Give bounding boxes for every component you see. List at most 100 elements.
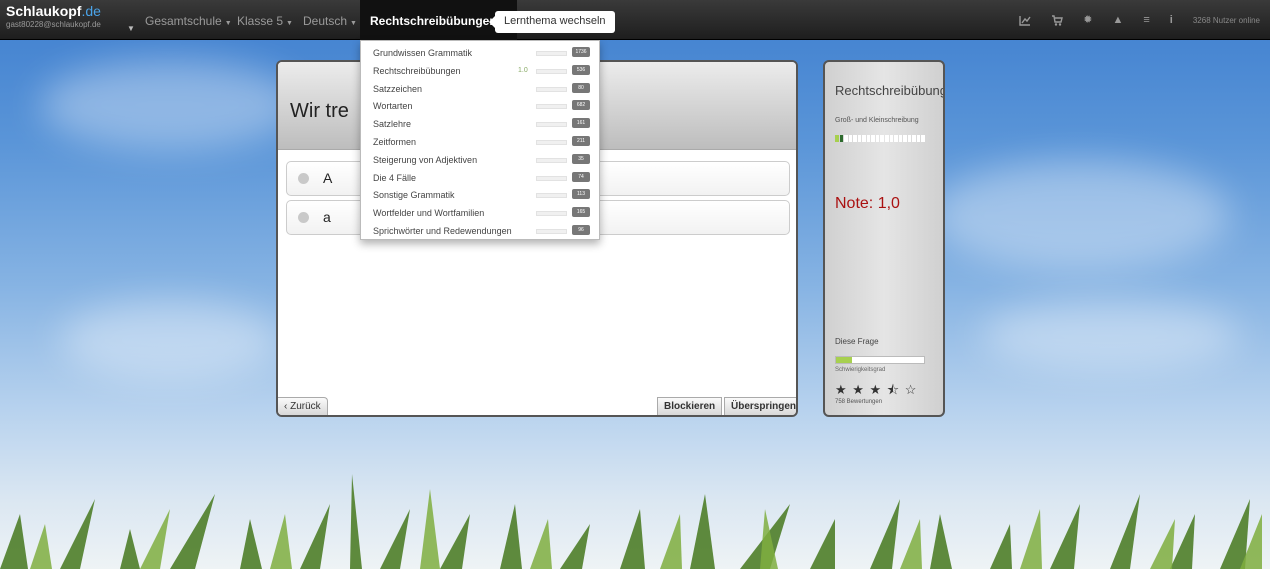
chart-icon[interactable] — [1019, 15, 1031, 26]
progress-segment — [898, 135, 903, 142]
dropdown-item-count: 113 — [572, 189, 590, 200]
dropdown-item[interactable]: Grundwissen Grammatik 1736 — [361, 44, 599, 62]
dropdown-item-label: Wortarten — [373, 101, 413, 112]
dropdown-item[interactable]: Zeitformen 211 — [361, 133, 599, 151]
ratings-count: 758 Bewertungen — [835, 399, 883, 405]
dropdown-item-label: Sonstige Grammatik — [373, 190, 455, 201]
cart-icon[interactable] — [1051, 14, 1064, 26]
nav-subject[interactable]: Deutsch ▼ — [303, 14, 357, 28]
dropdown-item[interactable]: Sonstige Grammatik 113 — [361, 186, 599, 204]
sidebar-topic-title: Rechtschreibübungen — [835, 83, 943, 98]
progress-segment — [912, 135, 916, 142]
dropdown-item[interactable]: Satzlehre 161 — [361, 115, 599, 133]
change-topic-tooltip: Lernthema wechseln — [489, 11, 615, 33]
skip-button[interactable]: Überspringen — [724, 397, 796, 415]
topic-dropdown-menu: Grundwissen Grammatik 1736 Rechtschreibübu… — [360, 40, 600, 240]
dropdown-item-progress — [536, 68, 567, 74]
progress-segment — [921, 135, 925, 142]
grass-decoration — [0, 474, 1262, 569]
radio-icon — [298, 212, 309, 223]
difficulty-bar-fill — [836, 357, 852, 363]
online-users-count: 3268 Nutzer online — [1192, 15, 1260, 25]
dropdown-item-count: 74 — [572, 171, 590, 182]
dropdown-item[interactable]: Rechtschreibübungen 1.0 536 — [361, 62, 599, 80]
menu-icon[interactable]: ≡ — [1143, 14, 1149, 26]
dropdown-item-label: Grundwissen Grammatik — [373, 48, 473, 58]
chevron-down-icon: ▼ — [350, 20, 357, 27]
gear-icon[interactable]: ✹ — [1083, 14, 1092, 26]
dropdown-item[interactable]: Satzzeichen 80 — [361, 80, 599, 98]
progress-segment — [871, 135, 875, 142]
dropdown-item-label: Wortfelder und Wortfamilien — [373, 208, 485, 219]
dropdown-item-progress — [536, 228, 567, 234]
progress-segment — [844, 135, 848, 142]
nav-grade[interactable]: Klasse 5 ▼ — [237, 14, 293, 28]
chevron-down-icon: ▼ — [286, 20, 293, 27]
dropdown-item-label: Die 4 Fälle — [373, 172, 417, 183]
cloud — [40, 60, 300, 150]
answer-label: A — [323, 170, 333, 186]
dropdown-item-progress — [536, 211, 567, 217]
top-navbar: Schlaukopf.de gast80228@schlaukopf.de ▼ … — [0, 0, 1270, 40]
progress-segment — [866, 135, 871, 142]
dropdown-item-label: Sprichwörter und Redewendungen — [373, 225, 512, 236]
block-button[interactable]: Blockieren — [657, 397, 723, 415]
answer-label: a — [323, 209, 331, 225]
dropdown-item[interactable]: Die 4 Fälle 74 — [361, 169, 599, 187]
warning-icon[interactable]: ▲ — [1112, 14, 1123, 26]
dropdown-item-count: 35 — [572, 153, 590, 164]
radio-icon — [298, 173, 309, 184]
progress-segment — [848, 135, 853, 142]
dropdown-item-label: Rechtschreibübungen — [373, 65, 461, 76]
grade-display: Note: 1,0 — [835, 195, 900, 212]
dropdown-item[interactable]: Wortfelder und Wortfamilien 165 — [361, 204, 599, 222]
question-text: Wir tre — [290, 100, 349, 122]
dropdown-item-progress — [536, 122, 567, 128]
back-button[interactable]: ‹ Zurück — [278, 397, 328, 415]
progress-segment — [853, 135, 857, 142]
cloud — [930, 160, 1230, 270]
dropdown-item-label: Steigerung von Adjektiven — [373, 154, 478, 165]
progress-segment — [875, 135, 880, 142]
dropdown-item-progress — [536, 139, 567, 145]
dropdown-item-count: 1736 — [572, 47, 590, 57]
progress-segment — [907, 135, 912, 142]
brand[interactable]: Schlaukopf.de gast80228@schlaukopf.de — [6, 3, 101, 29]
progress-segment — [903, 135, 907, 142]
this-question-label: Diese Frage — [835, 337, 879, 346]
user-email: gast80228@schlaukopf.de — [6, 20, 101, 29]
dropdown-item-count: 80 — [572, 82, 590, 93]
progress-segment — [889, 135, 894, 142]
nav-school-type[interactable]: Gesamtschule ▼ — [145, 14, 232, 28]
progress-segment — [857, 135, 862, 142]
dropdown-item-progress — [536, 193, 567, 199]
difficulty-bar — [835, 356, 925, 364]
cloud — [980, 300, 1240, 370]
dropdown-item-label: Satzlehre — [373, 119, 412, 130]
dropdown-item[interactable]: Steigerung von Adjektiven 35 — [361, 151, 599, 169]
dropdown-item-label: Satzzeichen — [373, 83, 423, 94]
cloud — [60, 300, 280, 380]
dropdown-item[interactable]: Sprichwörter und Redewendungen 96 — [361, 222, 599, 240]
progress-segment — [839, 135, 844, 142]
dropdown-item-grade: 1.0 — [518, 66, 528, 74]
dropdown-item-count: 682 — [572, 100, 590, 111]
dropdown-item-label: Zeitformen — [373, 136, 417, 147]
brand-logo[interactable]: Schlaukopf.de — [6, 3, 101, 19]
progress-segment — [862, 135, 866, 142]
dropdown-item-progress — [536, 104, 567, 110]
progress-segment — [880, 135, 885, 142]
progress-sidebar: Rechtschreibübungen Groß- und Kleinschre… — [823, 60, 945, 417]
progress-segment — [885, 135, 889, 142]
difficulty-label: Schwierigkeitsgrad — [835, 367, 886, 373]
user-menu-caret-icon[interactable]: ▼ — [127, 24, 135, 33]
dropdown-item[interactable]: Wortarten 682 — [361, 97, 599, 115]
dropdown-item-progress — [536, 157, 567, 163]
dropdown-item-count: 96 — [572, 224, 590, 235]
dropdown-item-count: 211 — [572, 135, 590, 146]
progress-segment — [894, 135, 898, 142]
chevron-down-icon: ▼ — [224, 20, 232, 27]
sidebar-subtopic: Groß- und Kleinschreibung — [835, 117, 919, 124]
progress-segment — [916, 135, 921, 142]
info-icon[interactable]: i — [1170, 14, 1173, 26]
